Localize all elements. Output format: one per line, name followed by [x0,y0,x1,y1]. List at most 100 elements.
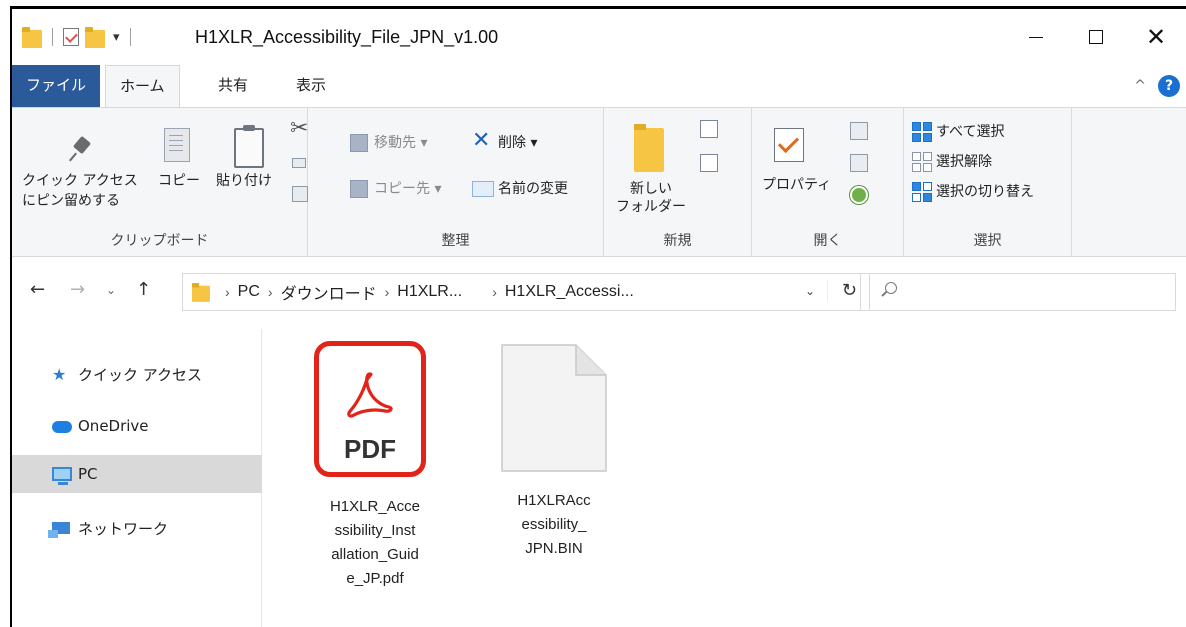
properties-icon [774,128,804,162]
nav-item-label: クイック アクセス [78,365,203,384]
file-name-line: ssibility_Inst [334,522,416,539]
folder-icon [22,26,42,48]
blank-file-icon [501,344,607,472]
breadcrumb-separator-icon[interactable]: › [268,284,273,300]
ribbon-controls: ^ ? [1134,75,1180,97]
invert-selection-label: 選択の切り替え [936,184,1034,200]
history-icon[interactable] [850,186,868,204]
file-list: PDF H1XLR_Acce ssibility_Inst allation_G… [264,329,1186,627]
nav-item-label: PC [78,465,98,483]
organize-group-label: 整理 [441,233,470,249]
address-bar[interactable]: › PC › ダウンロード › H1XLR... › H1XLR_Accessi… [182,273,870,311]
select-group-label: 選択 [973,233,1002,249]
copy-to-icon [350,180,368,198]
new-folder-quick-icon[interactable] [85,26,105,48]
recent-locations-chevron-icon[interactable]: ⌄ [106,283,116,297]
select-none-label: 選択解除 [936,154,992,170]
file-name-line: H1XLRAcc [517,492,591,509]
pin-icon [68,136,94,162]
select-all-label: すべて選択 [936,124,1005,140]
copy-path-icon[interactable] [292,158,306,168]
customize-toolbar-dropdown-icon[interactable]: ▾ [113,30,120,45]
cloud-icon [52,421,72,433]
properties-label: プロパティ [762,177,832,193]
breadcrumb-item-h1xlr[interactable]: H1XLR... [397,283,462,301]
new-item-icon[interactable] [700,120,718,138]
breadcrumb-item-current-folder[interactable]: H1XLR_Accessi... [505,283,634,301]
tab-file[interactable]: ファイル [12,65,101,107]
file-name-line: allation_Guid [331,546,419,563]
up-arrow-icon[interactable]: ↑ [136,279,151,300]
minimize-button[interactable] [1006,9,1066,65]
select-group: すべて選択 選択解除 選択の切り替え 選択 [904,108,1072,256]
pin-label-line2: にピン留めする [22,193,120,209]
new-folder-label-line2: フォルダー [616,199,686,215]
acrobat-logo-icon [347,372,393,418]
toolbar-divider [129,28,131,46]
nav-item-pc[interactable]: PC [12,455,262,493]
collapse-ribbon-icon[interactable]: ^ [1134,78,1146,94]
properties-quick-icon[interactable] [63,28,79,46]
help-icon[interactable]: ? [1158,75,1180,97]
breadcrumb: › PC › ダウンロード › H1XLR... › H1XLR_Accessi… [217,280,634,304]
rename-label: 名前の変更 [498,181,568,197]
ribbon-tabs: ファイル ホーム 共有 表示 ^ ? [12,65,1186,108]
breadcrumb-item-pc[interactable]: PC [238,283,260,301]
close-button[interactable]: ✕ [1126,9,1186,65]
address-history-dropdown-icon[interactable]: ⌄ [805,284,815,298]
nav-item-network[interactable]: ネットワーク [12,509,262,547]
breadcrumb-separator-icon[interactable]: › [492,284,497,300]
delete-icon: ✕ [472,128,491,153]
star-icon: ★ [52,365,67,384]
forward-arrow-icon[interactable]: → [70,279,85,300]
file-name-line: JPN.BIN [525,540,583,557]
select-none-icon [912,152,932,172]
computer-icon [52,467,72,485]
new-group: 新しい フォルダー 新規 [604,108,752,256]
explorer-window: ▾ H1XLR_Accessibility_File_JPN_v1.00 ✕ フ… [10,6,1186,627]
move-to-label: 移動先 ▾ [374,135,428,151]
new-folder-label-line1: 新しい [630,181,672,197]
cut-icon[interactable]: ✂ [290,116,308,141]
pdf-badge: PDF [344,434,396,464]
nav-item-quick-access[interactable]: ★ クイック アクセス [12,355,262,393]
refresh-icon[interactable]: ↻ [826,280,857,301]
tab-home[interactable]: ホーム [105,65,180,108]
window-title: H1XLR_Accessibility_File_JPN_v1.00 [195,27,499,47]
open-group-label: 開く [813,233,842,249]
breadcrumb-item-downloads[interactable]: ダウンロード [281,280,377,304]
open-group: プロパティ 開く [752,108,904,256]
clipboard-group: クイック アクセス にピン留めする コピー 貼り付け ✂ クリップボード [12,108,308,256]
select-all-icon [912,122,932,142]
copy-to-label: コピー先 ▾ [374,181,442,197]
paste-label: 貼り付け [216,173,272,189]
nav-item-onedrive[interactable]: OneDrive [12,407,262,445]
search-input[interactable] [860,273,1176,311]
new-group-label: 新規 [663,233,692,249]
clipboard-icon [234,125,264,168]
breadcrumb-separator-icon[interactable]: › [385,284,390,300]
open-icon[interactable] [850,122,868,140]
nav-item-label: ネットワーク [78,519,169,538]
rename-icon [472,181,494,197]
file-name-line: e_JP.pdf [346,570,404,587]
ribbon: クイック アクセス にピン留めする コピー 貼り付け ✂ クリップボード 移動先… [12,107,1186,257]
address-folder-icon [192,282,210,302]
new-folder-icon [634,124,664,172]
paste-shortcut-icon[interactable] [292,186,308,202]
easy-access-icon[interactable] [700,154,718,172]
copy-label: コピー [158,173,200,189]
edit-icon[interactable] [850,154,868,172]
maximize-button[interactable] [1066,9,1126,65]
file-name-line: essibility_ [521,516,587,533]
network-icon [48,522,70,538]
navigation-bar: ← → ⌄ ↑ › PC › ダウンロード › H1XLR... › H1XLR… [12,257,1186,329]
breadcrumb-separator-icon[interactable]: › [225,284,230,300]
back-arrow-icon[interactable]: ← [30,279,45,300]
tab-view[interactable]: 表示 [282,65,340,107]
move-to-icon [350,134,368,152]
quick-access-toolbar: ▾ [22,23,135,51]
nav-item-label: OneDrive [78,417,149,435]
tab-share[interactable]: 共有 [204,65,262,107]
pdf-icon: PDF [314,341,426,477]
